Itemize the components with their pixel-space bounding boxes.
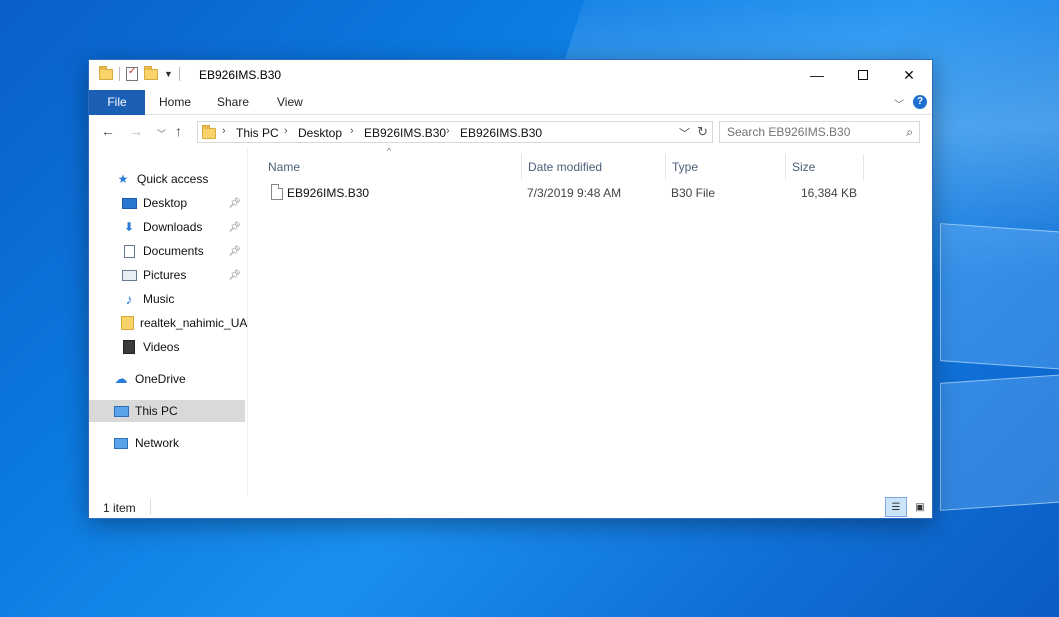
sidebar-item-label: This PC	[135, 404, 178, 418]
maximize-icon	[858, 70, 868, 80]
status-divider	[150, 499, 151, 515]
sidebar-item-label: Pictures	[143, 268, 187, 282]
sidebar-item-pictures[interactable]: Pictures 📌︎	[89, 264, 245, 286]
breadcrumb-separator-icon[interactable]: ›	[222, 125, 226, 137]
sidebar-item-this-pc[interactable]: This PC	[89, 400, 245, 422]
file-explorer-window: ▼ EB926IMS.B30 — ✕ File Home Share View …	[88, 59, 933, 519]
search-input[interactable]	[720, 122, 890, 142]
maximize-button[interactable]	[840, 60, 886, 90]
folder-icon	[202, 125, 216, 139]
desktop-icon	[121, 196, 137, 210]
tab-home[interactable]: Home	[149, 90, 201, 115]
sidebar-item-realtek-folder[interactable]: realtek_nahimic_UA	[89, 312, 248, 334]
window-title: EB926IMS.B30	[199, 68, 282, 82]
sidebar-item-label: Desktop	[143, 196, 188, 210]
new-folder-icon[interactable]	[144, 65, 158, 80]
file-type: B30 File	[671, 186, 716, 200]
tab-file[interactable]: File	[89, 90, 145, 115]
column-header-type[interactable]: Type	[665, 156, 785, 178]
ribbon-tabs: File Home Share View ﹀ ?	[89, 90, 932, 115]
breadcrumb-separator-icon[interactable]: ›	[350, 125, 354, 137]
document-icon	[121, 244, 137, 258]
breadcrumb-this-pc[interactable]: This PC	[236, 126, 279, 140]
breadcrumb-separator-icon[interactable]: ›	[446, 125, 450, 137]
sidebar-item-label: Videos	[143, 340, 180, 354]
toolbar-divider	[119, 67, 120, 81]
folder-icon	[121, 316, 134, 330]
sidebar-item-label: Downloads	[143, 220, 203, 234]
properties-icon[interactable]	[126, 66, 138, 81]
file-size: 16,384 KB	[800, 186, 857, 200]
recent-locations-dropdown[interactable]: ﹀	[157, 127, 166, 140]
up-button[interactable]: ↑	[175, 123, 182, 139]
navigation-pane: ★ Quick access Desktop 📌︎ ⬇ Downloads 📌︎…	[89, 156, 247, 496]
tab-view[interactable]: View	[267, 90, 313, 115]
breadcrumb-separator-icon[interactable]: ›	[284, 125, 288, 137]
tab-share[interactable]: Share	[207, 90, 259, 115]
sidebar-item-videos[interactable]: Videos	[89, 336, 245, 358]
expand-ribbon-chevron-icon[interactable]: ﹀	[894, 96, 904, 111]
sidebar-item-label: OneDrive	[135, 372, 186, 386]
column-header-name[interactable]: Name	[261, 156, 519, 178]
sidebar-item-label: realtek_nahimic_UA	[140, 316, 248, 330]
address-bar[interactable]: › This PC › Desktop › EB926IMS.B30 › EB9…	[197, 121, 713, 143]
quick-access-toolbar: ▼	[99, 65, 180, 81]
sidebar-item-downloads[interactable]: ⬇ Downloads 📌︎	[89, 216, 245, 238]
sort-ascending-icon: ^	[387, 146, 392, 156]
sidebar-item-label: Documents	[143, 244, 204, 258]
music-note-icon: ♪	[125, 291, 133, 307]
sidebar-item-label: Network	[135, 436, 180, 450]
download-arrow-icon: ⬇	[123, 220, 135, 234]
close-button[interactable]: ✕	[886, 60, 932, 90]
breadcrumb-folder[interactable]: EB926IMS.B30	[364, 126, 446, 140]
breadcrumb-desktop[interactable]: Desktop	[298, 126, 342, 140]
pin-icon[interactable]: 📌︎	[228, 270, 241, 281]
large-icons-view-button[interactable]: ▣	[909, 497, 931, 517]
pane-divider[interactable]	[247, 148, 248, 496]
sidebar-item-quick-access[interactable]: ★ Quick access	[89, 168, 245, 190]
back-button[interactable]: ←	[101, 123, 115, 139]
network-icon	[113, 436, 129, 450]
sidebar-item-onedrive[interactable]: ☁ OneDrive	[89, 368, 245, 390]
address-history-chevron-icon[interactable]: ﹀	[679, 125, 690, 141]
film-icon	[121, 340, 137, 354]
breadcrumb-current-folder[interactable]: EB926IMS.B30	[460, 126, 542, 140]
sidebar-item-network[interactable]: Network	[89, 432, 245, 454]
details-view-button[interactable]: ☰	[885, 497, 907, 517]
file-icon	[271, 184, 283, 200]
file-date-modified: 7/3/2019 9:48 AM	[527, 186, 622, 200]
column-header-size[interactable]: Size	[785, 156, 863, 178]
desktop-logo-pane	[940, 373, 1059, 511]
pictures-icon	[121, 268, 137, 282]
star-icon: ★	[117, 172, 129, 186]
status-item-count: 1 item	[103, 501, 136, 515]
sidebar-item-documents[interactable]: Documents 📌︎	[89, 240, 245, 262]
search-box[interactable]: ⌕	[719, 121, 920, 143]
help-icon[interactable]: ?	[913, 95, 927, 109]
file-name: EB926IMS.B30	[287, 186, 370, 200]
forward-button[interactable]: →	[129, 123, 143, 139]
sidebar-item-label: Quick access	[137, 172, 209, 186]
search-icon: ⌕	[906, 125, 913, 139]
refresh-icon[interactable]: ↻	[697, 124, 708, 140]
pin-icon[interactable]: 📌︎	[228, 246, 241, 257]
minimize-button[interactable]: —	[794, 60, 840, 90]
cloud-icon: ☁	[114, 371, 128, 386]
column-header-date-modified[interactable]: Date modified	[521, 156, 664, 178]
pin-icon[interactable]: 📌︎	[228, 198, 241, 209]
title-bar[interactable]: ▼ EB926IMS.B30 — ✕	[89, 60, 932, 90]
desktop-logo-pane	[940, 223, 1059, 371]
navigation-bar: ← → ﹀ ↑ › This PC › Desktop › EB926IMS.B…	[89, 116, 932, 148]
sidebar-item-label: Music	[143, 292, 175, 306]
pin-icon[interactable]: 📌︎	[228, 222, 241, 233]
column-divider[interactable]	[863, 154, 864, 180]
computer-icon	[113, 404, 129, 418]
toolbar-divider	[178, 67, 180, 81]
sidebar-item-desktop[interactable]: Desktop 📌︎	[89, 192, 245, 214]
customize-toolbar-dropdown[interactable]: ▼	[164, 69, 173, 79]
file-row[interactable]: EB926IMS.B30 7/3/2019 9:48 AM B30 File 1…	[259, 182, 859, 204]
sidebar-item-music[interactable]: ♪ Music	[89, 288, 245, 310]
folder-icon	[99, 65, 113, 80]
